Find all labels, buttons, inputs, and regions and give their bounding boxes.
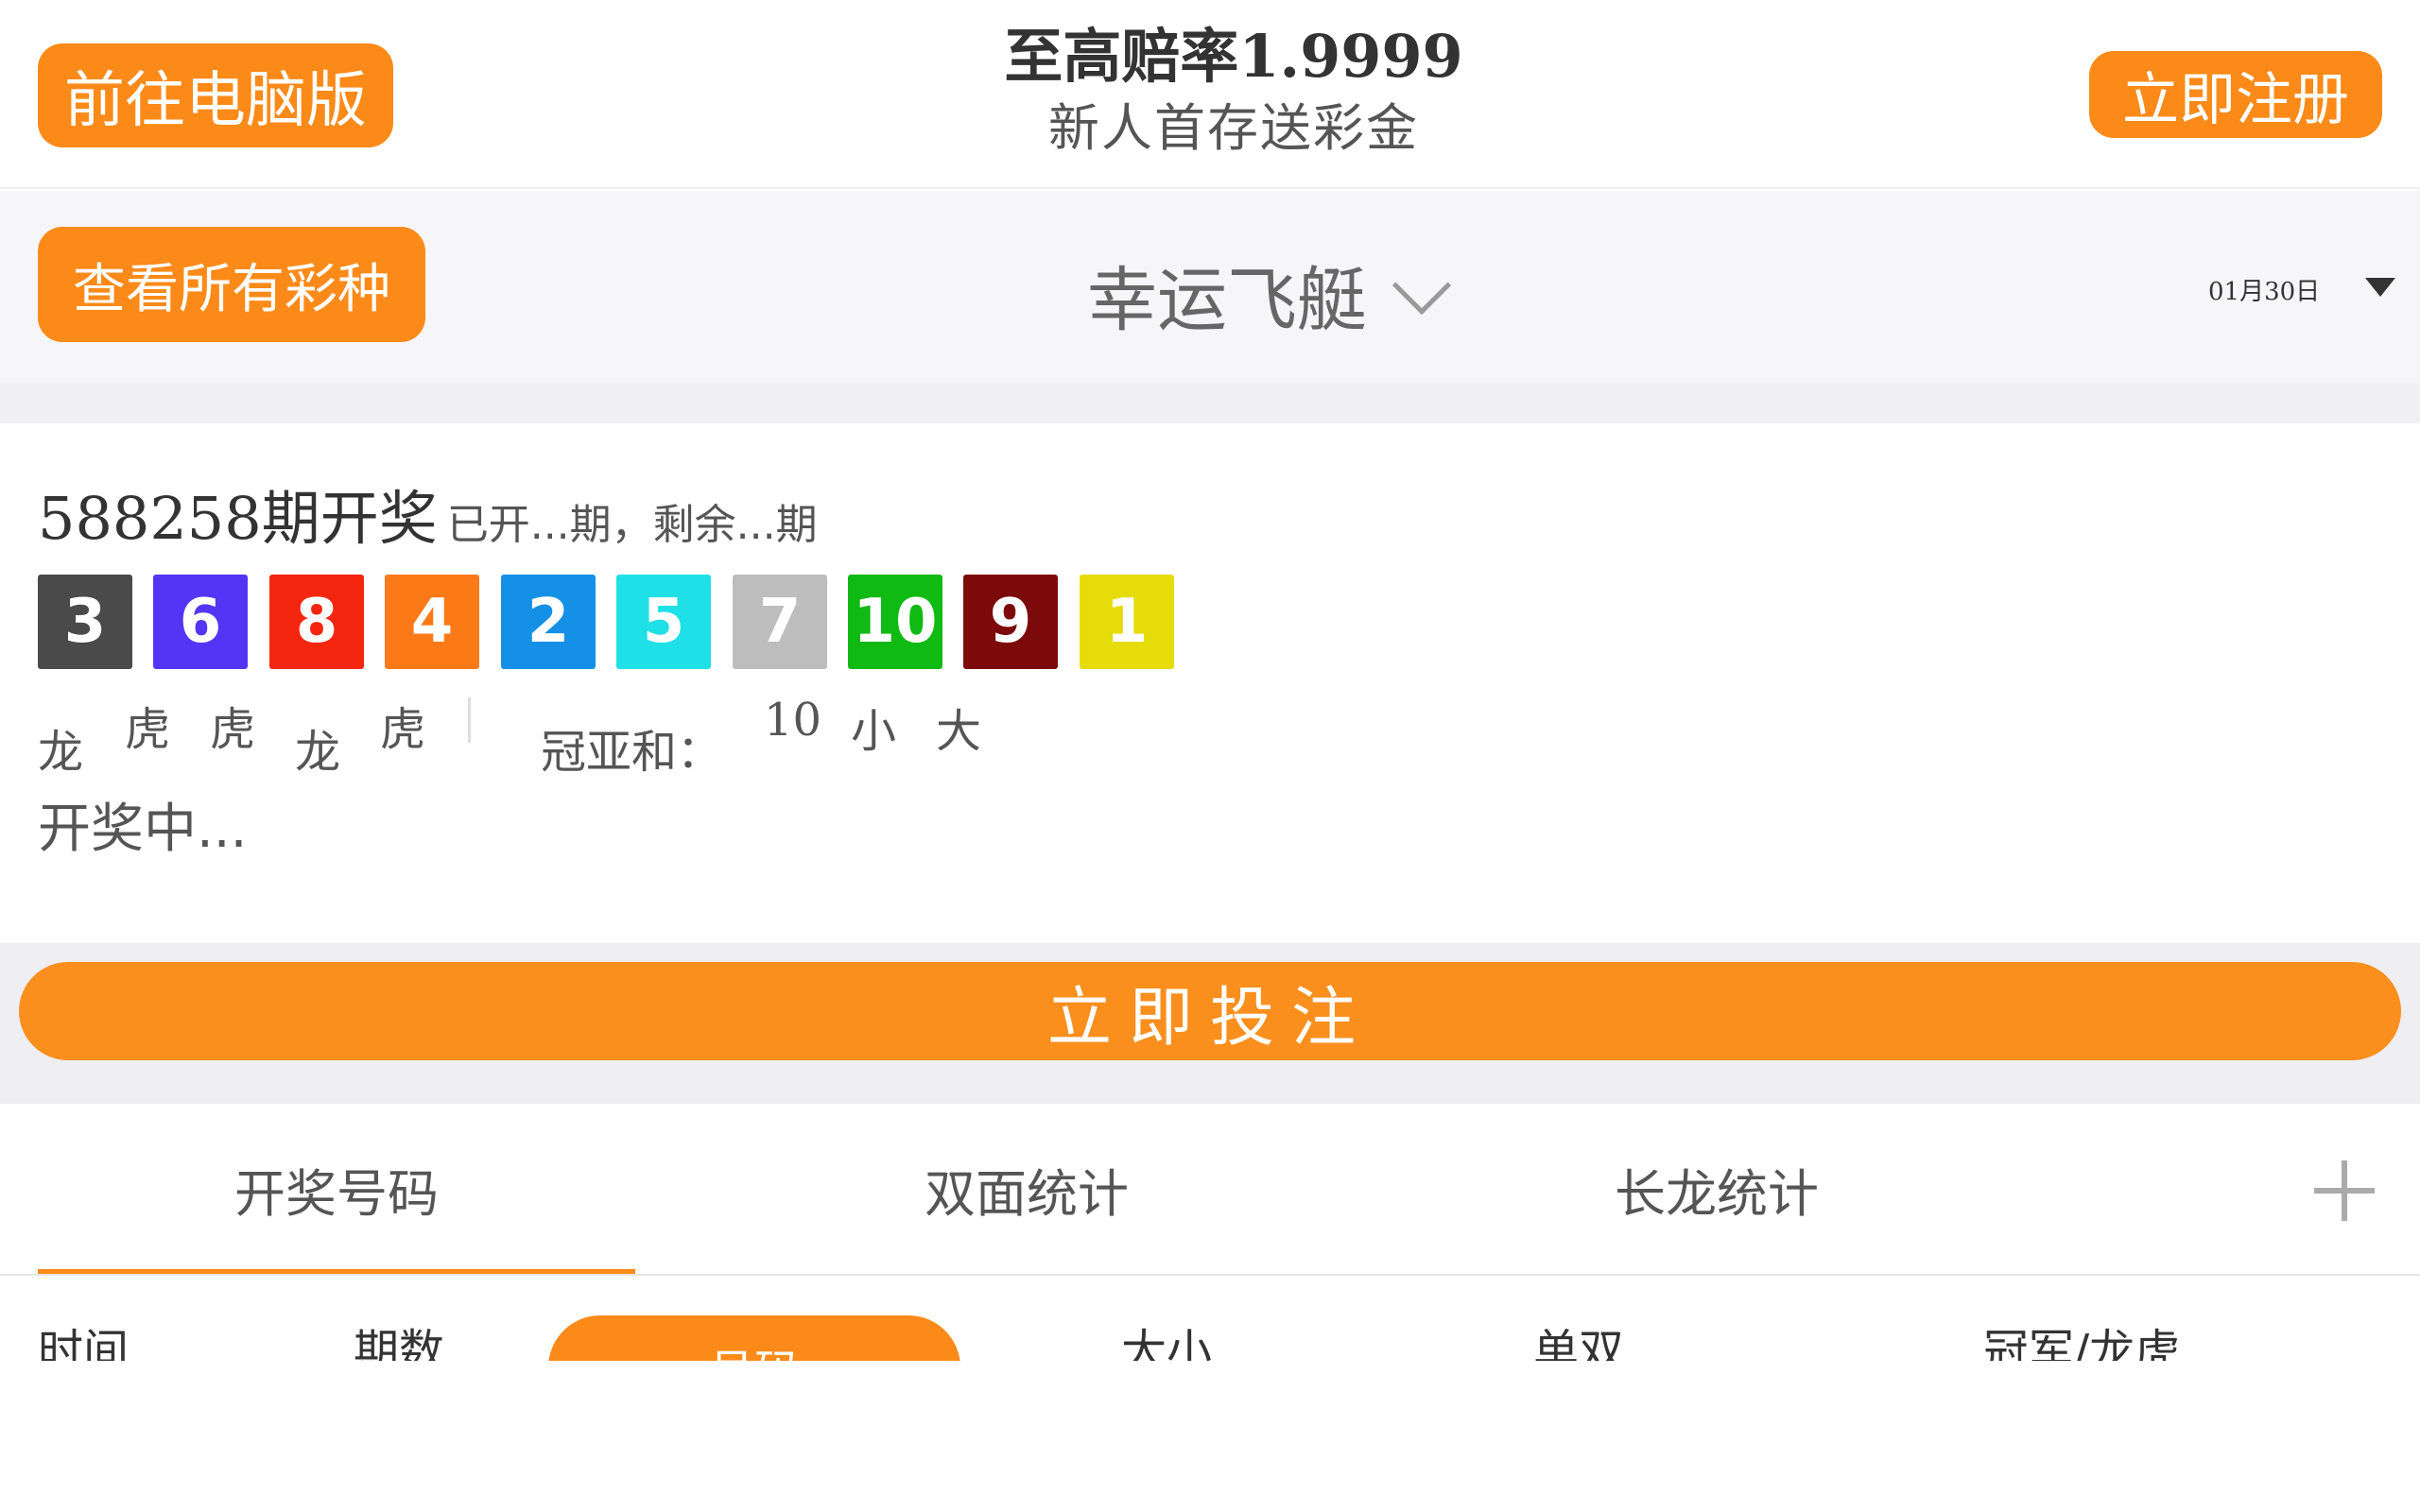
- result-ball: 5: [616, 575, 711, 669]
- date-selector[interactable]: 01月30日: [2208, 272, 2320, 307]
- lottery-selector-bar: 查看所有彩种 幸运飞艇 01月30日: [0, 191, 2420, 384]
- issue-progress: 已开...期，剩余...期: [446, 501, 818, 549]
- pc-version-button[interactable]: 前往电脑版: [38, 43, 393, 147]
- stats-tabs: 开奖号码 双面统计 长龙统计: [0, 1104, 2420, 1276]
- game-name: 幸运飞艇: [1087, 260, 1367, 341]
- result-ball: 3: [38, 575, 132, 669]
- game-selector[interactable]: 幸运飞艇: [1087, 244, 1452, 345]
- column-header-time: 时间: [38, 1325, 130, 1361]
- result-ball: 8: [269, 575, 364, 669]
- column-header-numbers[interactable]: 号码: [548, 1315, 960, 1361]
- separator: [468, 697, 471, 743]
- tab-draw-numbers[interactable]: 开奖号码: [38, 1104, 635, 1274]
- dragon-tiger-value: 虎: [125, 703, 171, 756]
- results-table-header: 时间 期数 号码 大小 单双 冠军/龙虎: [0, 1276, 2420, 1361]
- top-promo-bar: 前往电脑版 至高赔率1.9999 新人首存送彩金 立即注册: [0, 0, 2420, 189]
- issue-header: 588258 期开奖 已开...期，剩余...期: [38, 471, 818, 556]
- caret-down-icon[interactable]: [2365, 278, 2395, 297]
- sum-parity: 大: [936, 705, 982, 758]
- chevron-down-icon: [1392, 255, 1452, 315]
- dragon-tiger-value: 龙: [38, 726, 84, 779]
- dragon-tiger-value: 虎: [210, 703, 256, 756]
- result-ball: 6: [153, 575, 248, 669]
- dragon-tiger-value: 龙: [295, 726, 341, 779]
- promo-subtitle: 新人首存送彩金: [1048, 98, 1419, 158]
- column-header-issue: 期数: [354, 1325, 445, 1361]
- column-header-champion-dragon-tiger[interactable]: 冠军/龙虎: [1983, 1314, 2180, 1361]
- result-ball: 4: [385, 575, 479, 669]
- issue-number: 588258: [38, 484, 262, 553]
- draw-result-panel: 588258 期开奖 已开...期，剩余...期 3 6 8 4 2 5 7 1…: [0, 423, 2420, 943]
- column-header-size[interactable]: 大小: [1121, 1314, 1212, 1361]
- place-bet-button[interactable]: 立即投注: [19, 962, 2401, 1060]
- sum-value: 10: [764, 694, 822, 747]
- issue-label: 期开奖: [261, 484, 438, 553]
- content-area: [0, 1361, 2420, 1512]
- result-ball: 7: [733, 575, 827, 669]
- all-games-button[interactable]: 查看所有彩种: [38, 227, 425, 342]
- result-ball: 1: [1080, 575, 1174, 669]
- dragon-tiger-value: 虎: [380, 703, 426, 756]
- dragon-tiger-row: 龙 虎 虎 龙 虎 冠亚和： 10 小 大: [38, 692, 1078, 779]
- tab-long-dragon-stats[interactable]: 长龙统计: [1418, 1104, 2015, 1274]
- result-ball: 9: [963, 575, 1058, 669]
- plus-icon[interactable]: [2314, 1160, 2375, 1221]
- draw-status: 开奖中...: [38, 799, 248, 860]
- sum-size: 小: [851, 705, 897, 758]
- column-header-parity[interactable]: 单双: [1533, 1314, 1624, 1361]
- result-ball: 2: [501, 575, 596, 669]
- divider: [0, 384, 2420, 423]
- register-button[interactable]: 立即注册: [2089, 51, 2382, 138]
- promo-banner: 至高赔率1.9999 新人首存送彩金: [926, 19, 1541, 166]
- result-ball: 10: [848, 575, 942, 669]
- tab-two-sided-stats[interactable]: 双面统计: [728, 1104, 1325, 1274]
- promo-title: 至高赔率1.9999: [1004, 22, 1463, 91]
- sum-label: 冠亚和：: [541, 726, 723, 779]
